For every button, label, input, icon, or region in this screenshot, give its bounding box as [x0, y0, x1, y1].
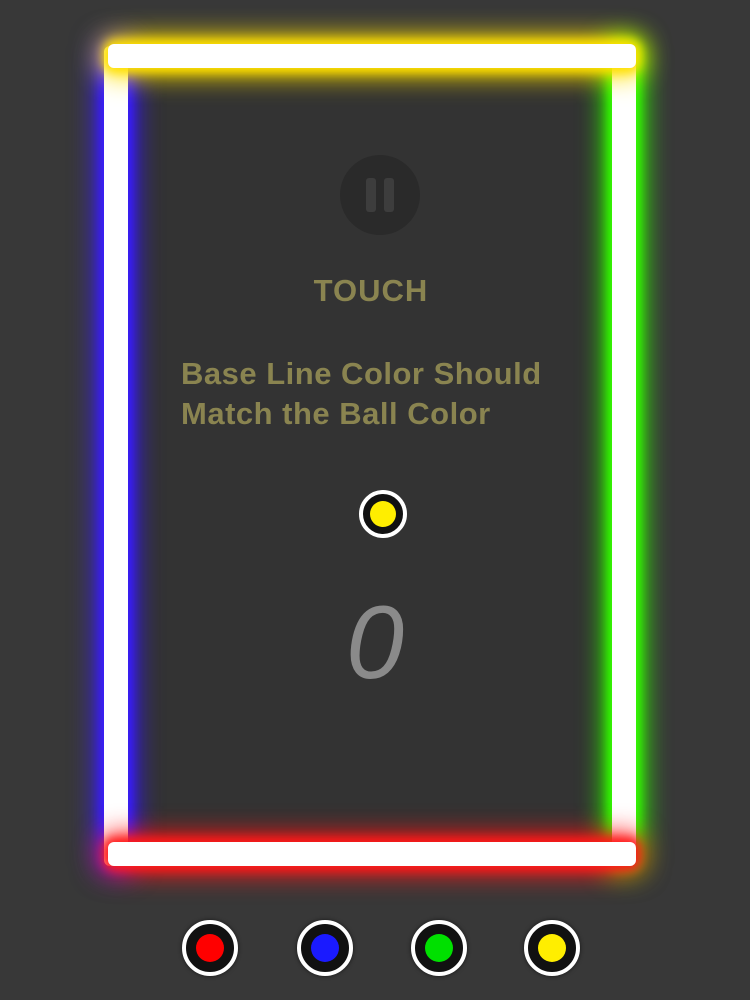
color-button-green[interactable] [411, 920, 467, 976]
score: 0 [346, 585, 404, 701]
green-dot [425, 934, 453, 962]
instruction-line: Base Line Color Should [181, 356, 542, 391]
left-wall [104, 46, 128, 866]
pause-button[interactable] [340, 155, 420, 235]
red-dot [196, 934, 224, 962]
instructions: Base Line Color Should Match the Ball Co… [181, 354, 611, 434]
yellow-dot [538, 934, 566, 962]
pause-icon [366, 178, 394, 212]
ball [359, 490, 407, 538]
instruction-line: Match the Ball Color [181, 396, 491, 431]
game-stage[interactable]: TOUCH Base Line Color Should Match the B… [0, 0, 750, 1000]
top-wall [108, 44, 636, 68]
color-button-blue[interactable] [297, 920, 353, 976]
color-button-yellow[interactable] [524, 920, 580, 976]
right-wall [612, 46, 636, 866]
touch-label: TOUCH [313, 273, 429, 308]
ball-color [370, 501, 396, 527]
color-button-red[interactable] [182, 920, 238, 976]
base-line [108, 842, 636, 866]
blue-dot [311, 934, 339, 962]
